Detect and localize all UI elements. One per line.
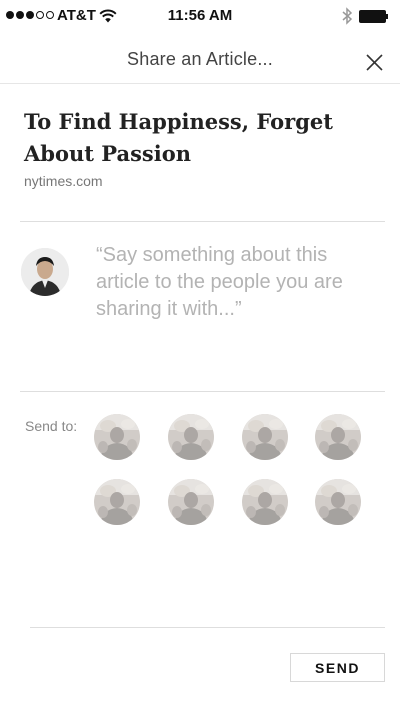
recipient-avatar[interactable]	[242, 479, 288, 525]
recipient-avatar[interactable]	[315, 414, 361, 460]
close-button[interactable]	[362, 50, 388, 76]
close-icon	[366, 54, 383, 71]
article-title: To Find Happiness, Forget About Passion	[24, 109, 333, 166]
divider	[20, 391, 385, 392]
recipient-photo	[242, 414, 288, 460]
recipient-photo	[168, 414, 214, 460]
recipient-photo	[242, 479, 288, 525]
recipient-avatar[interactable]	[94, 414, 140, 460]
recipient-avatar[interactable]	[315, 479, 361, 525]
send-button[interactable]: SEND	[290, 653, 385, 682]
header-bar: Share an Article...	[0, 32, 400, 84]
recipient-avatar[interactable]	[94, 479, 140, 525]
battery-icon	[359, 10, 388, 23]
recipient-photo	[94, 414, 140, 460]
user-avatar	[21, 248, 69, 296]
recipient-avatar[interactable]	[168, 414, 214, 460]
status-time: 11:56 AM	[167, 7, 233, 24]
bluetooth-icon	[342, 7, 353, 25]
recipient-photo	[168, 479, 214, 525]
divider	[30, 627, 385, 628]
send-to-label: Send to:	[25, 418, 78, 434]
divider	[20, 221, 385, 222]
article-source: nytimes.com	[24, 173, 103, 189]
avatar-photo	[21, 248, 69, 296]
recipient-photo	[315, 479, 361, 525]
comment-placeholder: “Say something about this article to the…	[96, 244, 343, 320]
recipient-avatar[interactable]	[242, 414, 288, 460]
recipient-avatar[interactable]	[168, 479, 214, 525]
comment-input[interactable]: “Say something about this article to the…	[96, 242, 378, 330]
recipient-photo	[94, 479, 140, 525]
page-title: Share an Article...	[127, 49, 273, 69]
recipient-photo	[315, 414, 361, 460]
status-bar: AT&T 11:56 AM	[0, 0, 400, 32]
